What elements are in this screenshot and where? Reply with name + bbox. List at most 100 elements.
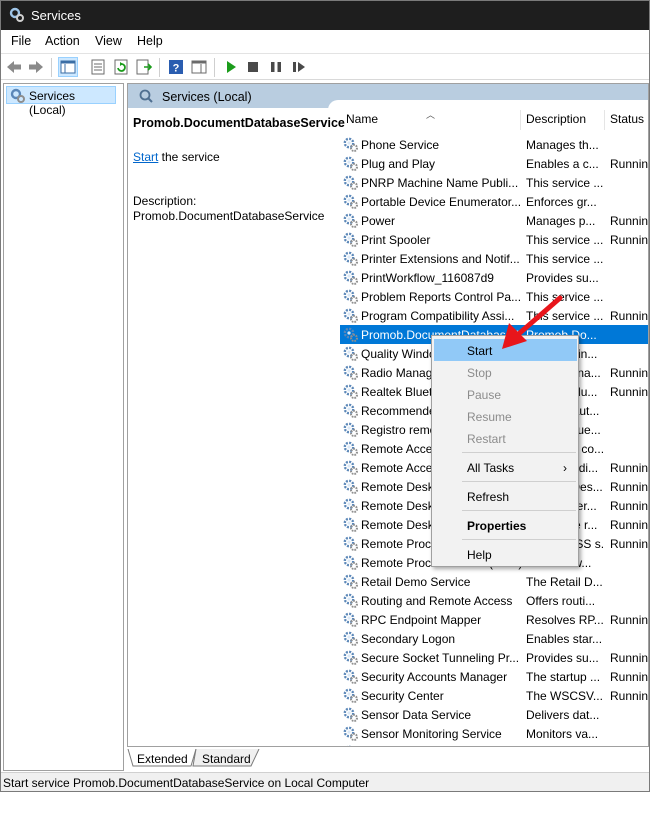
table-row[interactable]: Secondary Logon Enables star...	[340, 629, 648, 648]
service-description: Enforces gr...	[526, 195, 597, 209]
service-description: This service ...	[526, 309, 604, 323]
menu-file[interactable]: File	[11, 34, 31, 48]
table-row[interactable]: Routing and Remote Access Offers routi...	[340, 591, 648, 610]
restart-service-icon[interactable]	[290, 58, 308, 76]
context-menu-separator	[462, 539, 576, 540]
table-row[interactable]: Printer Extensions and Notif... This serv…	[340, 249, 648, 268]
refresh-icon[interactable]	[112, 58, 130, 76]
menu-action[interactable]: Action	[45, 34, 80, 48]
start-link[interactable]: Start	[133, 150, 158, 164]
service-name: PrintWorkflow_116087d9	[361, 271, 494, 285]
service-gear-icon	[343, 650, 358, 665]
context-menu-stop: Stop	[467, 366, 492, 380]
service-status: Running	[610, 366, 649, 380]
services-gear-icon	[10, 88, 25, 103]
description-value: Promob.DocumentDatabaseService	[133, 209, 325, 223]
service-name: Portable Device Enumerator...	[361, 195, 521, 209]
service-status: Running	[610, 157, 649, 171]
service-gear-icon	[343, 479, 358, 494]
context-menu-separator	[462, 510, 576, 511]
export-list-icon[interactable]	[135, 58, 153, 76]
context-menu-start[interactable]: Start	[434, 339, 577, 361]
service-name: Security Center	[361, 689, 444, 703]
table-row[interactable]: Plug and Play Enables a c... Running	[340, 154, 649, 173]
column-header-name[interactable]: Name	[346, 112, 378, 126]
service-status: Running	[610, 670, 649, 684]
service-name: Sensor Data Service	[361, 708, 472, 722]
service-name: Sensor Service	[361, 746, 521, 747]
column-header-description[interactable]: Description	[526, 112, 586, 126]
context-menu-refresh[interactable]: Refresh	[434, 485, 577, 507]
table-row[interactable]: Problem Reports Control Pa... This servic…	[340, 287, 648, 306]
services-gear-icon	[9, 7, 24, 22]
table-row[interactable]: Secure Socket Tunneling Pr... Provides su…	[340, 648, 649, 667]
table-row[interactable]: PNRP Machine Name Publi... This service .…	[340, 173, 648, 192]
service-description: This service ...	[526, 252, 604, 266]
menu-help[interactable]: Help	[137, 34, 163, 48]
service-gear-icon	[343, 536, 358, 551]
title-bar: Services	[1, 1, 649, 30]
service-gear-icon	[343, 365, 358, 380]
table-row[interactable]: Program Compatibility Assi... This servic…	[340, 306, 649, 325]
table-row[interactable]: Sensor Monitoring Service Monitors va...	[340, 724, 648, 743]
service-name: Plug and Play	[361, 157, 436, 171]
service-gear-icon	[343, 441, 358, 456]
service-gear-icon	[343, 194, 358, 209]
help-icon[interactable]: ?	[167, 58, 185, 76]
action-pane-icon[interactable]	[190, 58, 208, 76]
table-row[interactable]: Portable Device Enumerator... Enforces gr…	[340, 192, 648, 211]
context-menu-resume: Resume	[467, 410, 512, 424]
pause-service-icon[interactable]	[267, 58, 285, 76]
context-menu: Start Stop Pause Resume Restart All Task…	[431, 335, 579, 567]
tab-extended[interactable]: Extended	[137, 752, 188, 771]
service-gear-icon	[346, 745, 352, 746]
service-gear-icon	[343, 213, 358, 228]
column-header-status[interactable]: Status	[610, 112, 644, 126]
forward-arrow-icon[interactable]	[27, 58, 45, 76]
table-row[interactable]: Security Center The WSCSV... Running	[340, 686, 649, 705]
context-menu-help[interactable]: Help	[434, 543, 577, 565]
start-service-icon[interactable]	[222, 58, 240, 76]
context-menu-properties[interactable]: Properties	[434, 514, 577, 536]
back-arrow-icon[interactable]	[5, 58, 23, 76]
start-suffix: the service	[158, 150, 220, 164]
service-description: Enables a c...	[526, 157, 599, 171]
column-separator[interactable]	[604, 110, 605, 130]
service-gear-icon	[343, 574, 358, 589]
tree-node-services-local[interactable]: Services (Local)	[6, 86, 116, 117]
context-menu-all-tasks[interactable]: All Tasks ›	[434, 456, 577, 478]
service-status: Running	[610, 309, 649, 323]
service-description: Provides su...	[526, 651, 599, 665]
table-row[interactable]: RPC Endpoint Mapper Resolves RP... Running	[340, 610, 648, 629]
service-gear-icon	[343, 726, 358, 741]
table-row[interactable]: Security Accounts Manager The startup ...…	[340, 667, 649, 686]
service-gear-icon	[343, 308, 358, 323]
table-row[interactable]: Retail Demo Service The Retail D...	[340, 572, 648, 591]
service-description: Manages p...	[526, 214, 596, 228]
stop-service-icon[interactable]	[244, 58, 262, 76]
service-description: This service ...	[526, 176, 604, 190]
show-hide-tree-icon[interactable]	[58, 57, 78, 77]
tab-standard[interactable]: Standard	[202, 752, 251, 771]
service-description: The WSCSV...	[526, 689, 603, 703]
table-row[interactable]: Sensor Service A service fo...	[340, 743, 648, 747]
service-gear-icon	[343, 517, 358, 532]
service-description: A service fo...	[526, 746, 604, 747]
service-description: Provides su...	[526, 271, 599, 285]
window-title: Services	[31, 8, 81, 23]
column-separator[interactable]	[520, 110, 521, 130]
menu-view[interactable]: View	[95, 34, 122, 48]
service-gear-icon	[343, 612, 358, 627]
service-status: Running	[610, 651, 649, 665]
service-status: Running	[610, 385, 649, 399]
table-row[interactable]: Power Manages p... Running	[340, 211, 649, 230]
context-menu-separator	[462, 452, 576, 453]
service-status: Running	[610, 214, 649, 228]
table-row[interactable]: Print Spooler This service ... Running	[340, 230, 648, 249]
table-row[interactable]: Phone Service Manages th...	[340, 135, 648, 154]
service-status: Running	[610, 689, 649, 703]
table-row[interactable]: PrintWorkflow_116087d9 Provides su...	[340, 268, 648, 287]
table-row[interactable]: Sensor Data Service Delivers dat...	[340, 705, 648, 724]
service-gear-icon	[343, 669, 358, 684]
properties-icon[interactable]	[89, 58, 107, 76]
